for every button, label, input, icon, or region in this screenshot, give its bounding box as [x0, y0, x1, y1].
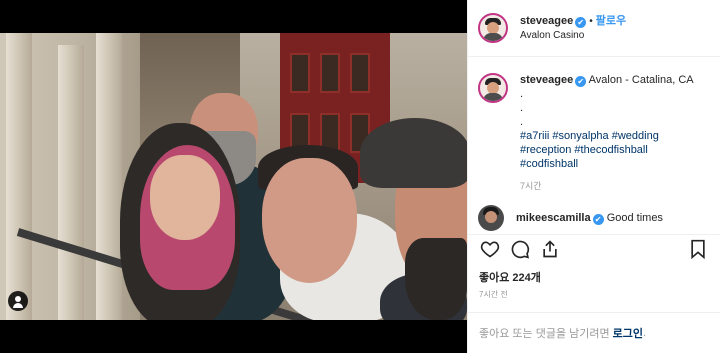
post-header: steveagee ✔ • 팔로우 Avalon Casino — [468, 0, 720, 57]
user-tag-body — [13, 303, 23, 308]
comments-section: steveagee ✔ Avalon - Catalina, CA . . . #… — [468, 58, 720, 233]
share-icon[interactable] — [538, 237, 562, 261]
commenter-username[interactable]: mikeescamilla — [516, 212, 591, 224]
hashtags[interactable]: #a7riii #sonyalpha #wedding — [520, 129, 694, 143]
caption-time: 7시간 — [520, 181, 542, 191]
author-avatar[interactable] — [478, 13, 508, 43]
hashtags[interactable]: #reception #thecodfishball — [520, 143, 694, 157]
login-prompt: 좋아요 또는 댓글을 남기려면 로그인. — [468, 312, 720, 352]
caption-dot: . — [520, 116, 524, 128]
caption-avatar[interactable] — [478, 73, 508, 103]
separator-dot: • — [589, 15, 593, 27]
login-prompt-period: . — [642, 326, 647, 339]
verified-badge-icon: ✔ — [575, 16, 587, 28]
caption-text: steveagee ✔ Avalon - Catalina, CA . . . #… — [520, 73, 694, 193]
window-pane — [350, 53, 370, 93]
avatar-shirt — [483, 93, 503, 101]
comment-text: mikeescamilla ✔ Good times — [516, 211, 663, 225]
caption-row: steveagee ✔ Avalon - Catalina, CA . . . #… — [478, 73, 710, 193]
person-face — [150, 155, 220, 240]
window-pane — [290, 53, 310, 93]
verified-badge-icon: ✔ — [592, 214, 604, 225]
post-side-panel: steveagee ✔ • 팔로우 Avalon Casino steveagee ✔ … — [467, 0, 720, 353]
commenter-avatar[interactable] — [478, 205, 504, 231]
comment-row: mikeescamilla ✔ Good times — [478, 205, 710, 231]
post-photo[interactable] — [0, 33, 467, 320]
caption-location: Avalon - Catalina, CA — [588, 74, 694, 86]
author-username[interactable]: steveagee — [520, 15, 573, 27]
avatar-face — [485, 211, 497, 223]
login-link[interactable]: 로그인 — [613, 325, 643, 341]
person-cap — [360, 118, 467, 188]
post-location[interactable]: Avalon Casino — [520, 29, 626, 43]
comment-body: Good times — [606, 212, 663, 224]
follow-button[interactable]: 팔로우 — [596, 15, 626, 27]
column — [58, 45, 84, 320]
column — [96, 33, 122, 320]
header-text: steveagee ✔ • 팔로우 Avalon Casino — [520, 14, 626, 43]
user-tag-head — [15, 296, 21, 302]
caption-username[interactable]: steveagee — [520, 74, 573, 86]
caption-lines: . . . #a7riii #sonyalpha #wedding #recep… — [520, 87, 694, 171]
bookmark-icon[interactable] — [686, 237, 710, 261]
column — [6, 33, 32, 320]
avatar-shirt — [483, 33, 503, 41]
verified-badge-icon: ✔ — [575, 76, 587, 87]
person-face — [262, 158, 357, 283]
post-timestamp[interactable]: 7시간 전 — [479, 289, 508, 300]
hashtags[interactable]: #codfishball — [520, 157, 694, 171]
post-media — [0, 0, 467, 353]
person-beard — [405, 238, 467, 320]
caption-dot: . — [520, 88, 524, 100]
window-pane — [320, 53, 340, 93]
user-tag-icon[interactable] — [8, 291, 28, 311]
action-bar — [468, 234, 720, 262]
heart-icon[interactable] — [478, 237, 502, 261]
comment-bubble-icon[interactable] — [508, 237, 532, 261]
login-prompt-text: 좋아요 또는 댓글을 남기려면 — [479, 327, 610, 340]
instagram-post-modal: steveagee ✔ • 팔로우 Avalon Casino steveagee ✔ … — [0, 0, 720, 353]
like-count[interactable]: 좋아요 224개 — [479, 269, 541, 285]
caption-dot: . — [520, 102, 524, 114]
